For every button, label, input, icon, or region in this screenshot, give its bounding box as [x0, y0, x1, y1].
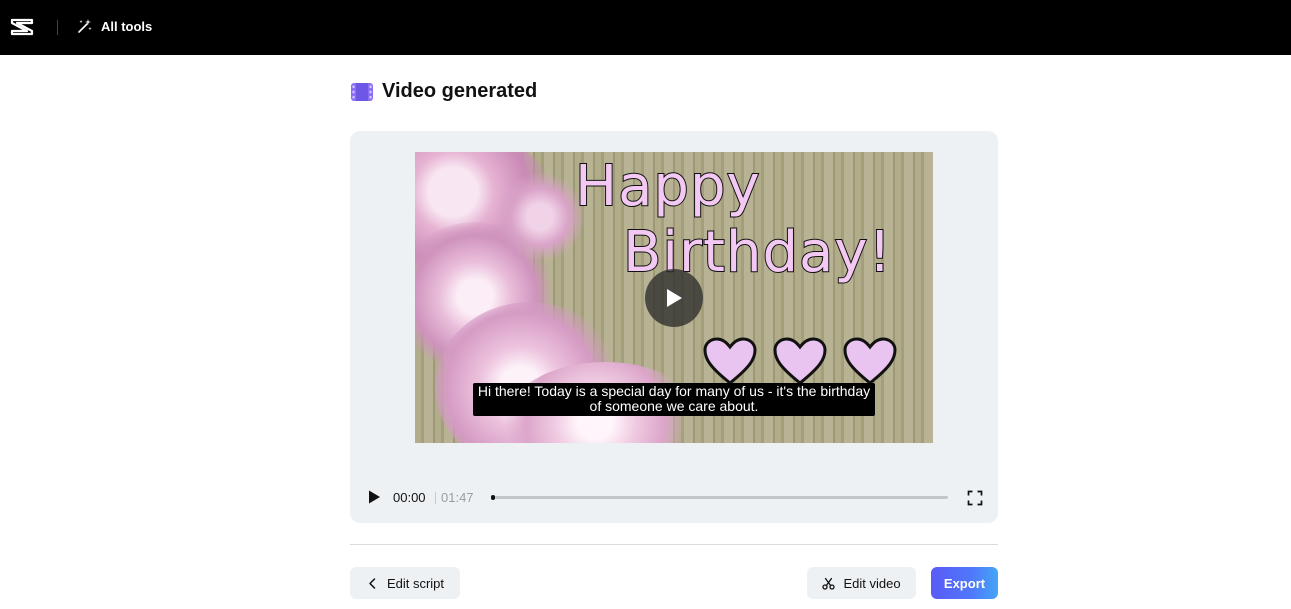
edit-script-label: Edit script	[386, 575, 445, 591]
player-controls: 00:00 01:47	[350, 483, 998, 511]
all-tools-button[interactable]: All tools	[77, 18, 152, 34]
progress-bar[interactable]	[491, 495, 948, 500]
video-subtitle: Hi there! Today is a special day for man…	[473, 383, 875, 416]
magic-wand-icon	[78, 19, 92, 33]
export-label: Export	[943, 575, 986, 591]
current-time: 00:00	[393, 490, 426, 505]
time-separator	[435, 492, 436, 504]
heart-icon	[843, 337, 897, 385]
edit-video-label: Edit video	[843, 575, 901, 591]
fullscreen-icon[interactable]	[967, 490, 983, 506]
section-divider	[350, 544, 998, 545]
heart-icon	[773, 337, 827, 385]
heart-icon	[703, 337, 757, 385]
scissors-icon	[822, 577, 836, 590]
edit-video-button[interactable]: Edit video	[807, 567, 916, 599]
video-overlay-happy: Happy	[574, 153, 761, 220]
film-strip-icon	[351, 82, 373, 101]
video-frame[interactable]: Happy Birthday! Hi there! Today is a spe…	[415, 152, 933, 443]
play-icon[interactable]	[366, 489, 382, 505]
progress-knob[interactable]	[491, 495, 495, 500]
capcut-logo-icon[interactable]	[10, 17, 34, 37]
blossom-decoration	[495, 172, 585, 262]
total-time: 01:47	[441, 490, 474, 505]
video-player: Happy Birthday! Hi there! Today is a spe…	[350, 131, 998, 523]
top-navigation-bar: All tools	[0, 0, 1291, 55]
export-button[interactable]: Export	[931, 567, 998, 599]
page-header: Video generated	[351, 80, 537, 103]
chevron-left-icon	[369, 577, 376, 589]
topbar-divider	[57, 20, 58, 35]
play-icon	[667, 289, 682, 307]
edit-script-button[interactable]: Edit script	[350, 567, 460, 599]
page-title: Video generated	[382, 80, 538, 102]
all-tools-label: All tools	[101, 18, 153, 34]
video-play-button[interactable]	[645, 269, 703, 327]
